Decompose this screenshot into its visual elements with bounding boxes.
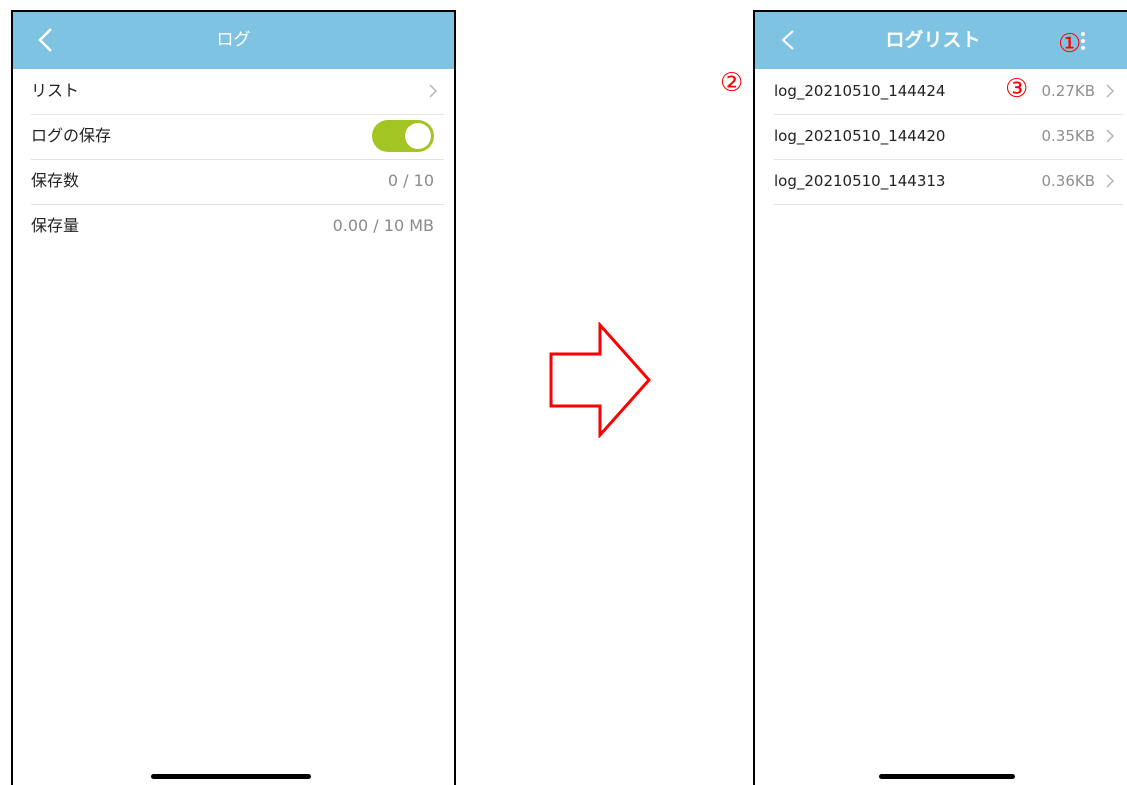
toggle-knob (405, 123, 431, 149)
save-count-label: 保存数 (31, 171, 80, 190)
log-file-name: log_20210510_144313 (774, 172, 946, 190)
log-file-size: 0.36KB (1041, 172, 1095, 190)
save-log-row: ログの保存 (31, 114, 444, 160)
log-settings-screen: ログ リスト ログの保存 保存数 0 / 10 保存量 0.00 / 10 MB (11, 10, 456, 785)
annotation-marker-1: ① (1058, 29, 1082, 59)
save-amount-value: 0.00 / 10 MB (332, 216, 434, 235)
annotation-marker-2: ② (720, 68, 744, 98)
save-amount-row: 保存量 0.00 / 10 MB (31, 204, 444, 249)
chevron-right-icon (1106, 84, 1115, 98)
save-amount-label: 保存量 (31, 216, 80, 235)
save-log-label: ログの保存 (31, 126, 112, 145)
list-label: リスト (31, 81, 80, 100)
save-log-toggle[interactable] (372, 120, 434, 152)
list-row[interactable]: リスト (31, 69, 444, 115)
log-file-size: 0.27KB (1041, 82, 1095, 100)
save-count-row: 保存数 0 / 10 (31, 159, 444, 205)
page-title: ログ (216, 30, 251, 50)
log-file-name: log_20210510_144420 (774, 127, 946, 145)
log-file-name: log_20210510_144424 (774, 82, 946, 100)
log-file-row[interactable]: log_20210510_144313 0.36KB (774, 159, 1123, 205)
chevron-right-icon (1106, 129, 1115, 143)
save-count-value: 0 / 10 (387, 171, 434, 190)
log-list-screen: ログリスト log_20210510_144424 0.27KB log_202… (753, 10, 1127, 785)
header-bar: ログ (13, 12, 454, 69)
annotation-marker-3: ③ (1005, 74, 1029, 104)
chevron-right-icon (429, 84, 438, 98)
log-file-row[interactable]: log_20210510_144424 0.27KB (774, 69, 1123, 115)
transition-arrow-icon (549, 322, 652, 438)
chevron-right-icon (1106, 174, 1115, 188)
log-file-size: 0.35KB (1041, 127, 1095, 145)
log-file-row[interactable]: log_20210510_144420 0.35KB (774, 114, 1123, 160)
home-indicator (151, 774, 311, 779)
home-indicator (879, 774, 1015, 779)
